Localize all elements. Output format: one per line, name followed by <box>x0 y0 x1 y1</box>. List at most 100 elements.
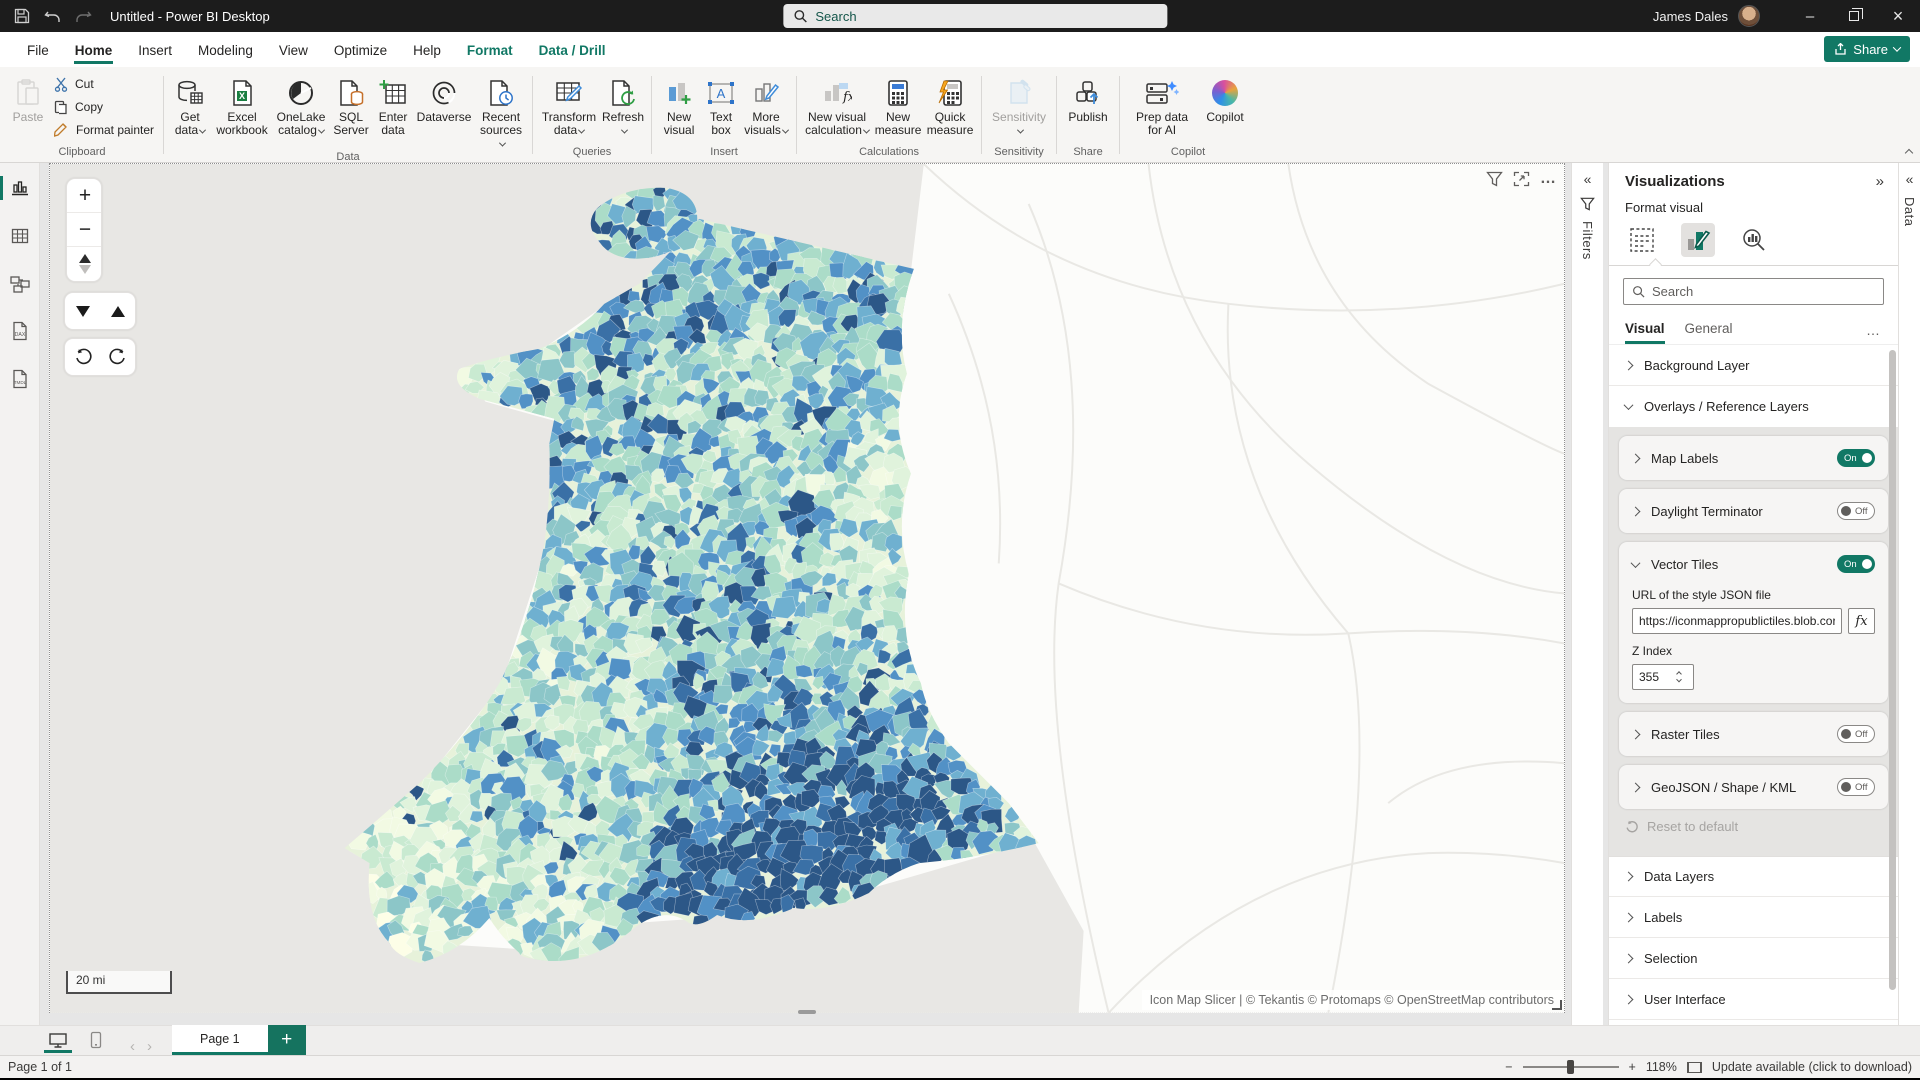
section-user-interface[interactable]: User Interface <box>1609 979 1898 1020</box>
section-data-layers[interactable]: Data Layers <box>1609 856 1898 897</box>
raster-tiles-toggle[interactable]: Off <box>1837 725 1875 743</box>
publish-button[interactable]: Publish <box>1062 72 1114 124</box>
tilt-down-button[interactable] <box>65 293 100 329</box>
page-tab[interactable]: Page 1 <box>172 1025 268 1055</box>
section-selection[interactable]: Selection <box>1609 938 1898 979</box>
zoom-in-button[interactable]: + <box>1629 1060 1636 1074</box>
resize-handle-bottom[interactable] <box>798 1010 816 1014</box>
zoom-slider-thumb[interactable] <box>1567 1060 1574 1074</box>
zoom-in-button[interactable]: + <box>67 179 102 213</box>
panel-scrollbar[interactable] <box>1889 350 1896 990</box>
section-labels[interactable]: Labels <box>1609 897 1898 938</box>
more-visuals-button[interactable]: More visuals <box>741 72 791 137</box>
sidebar-item-report-view[interactable] <box>3 173 37 203</box>
focus-mode-icon[interactable] <box>1513 171 1530 187</box>
data-pane-label[interactable]: Data <box>1902 197 1917 226</box>
tab-insert[interactable]: Insert <box>125 35 185 64</box>
expand-filters-icon[interactable]: « <box>1584 171 1592 187</box>
redo-icon[interactable] <box>75 9 92 24</box>
minimize-button[interactable]: – <box>1788 0 1832 32</box>
format-search-box[interactable] <box>1623 278 1884 305</box>
z-index-stepper[interactable] <box>1632 664 1694 690</box>
tab-view[interactable]: View <box>266 35 321 64</box>
paste-button[interactable]: Paste <box>6 72 50 124</box>
text-box-button[interactable]: A Text box <box>701 72 741 137</box>
next-page-button[interactable]: › <box>141 1038 158 1055</box>
new-visual-button[interactable]: New visual <box>657 72 701 137</box>
vector-tiles-toggle[interactable]: On <box>1837 555 1875 573</box>
prep-data-for-ai-button[interactable]: Prep data for AI <box>1125 72 1199 137</box>
style-json-url-input[interactable] <box>1632 608 1842 634</box>
expand-data-icon[interactable]: « <box>1906 171 1914 187</box>
copy-button[interactable]: Copy <box>50 97 158 117</box>
new-visual-calculation-button[interactable]: fx New visual calculation <box>802 72 872 137</box>
global-search-box[interactable] <box>783 4 1167 28</box>
transform-data-button[interactable]: Transform data <box>538 72 600 137</box>
collapse-panel-icon[interactable]: » <box>1876 173 1884 190</box>
tab-help[interactable]: Help <box>400 35 454 64</box>
cut-button[interactable]: Cut <box>50 74 158 94</box>
enter-data-button[interactable]: Enter data <box>373 72 413 137</box>
excel-workbook-button[interactable]: X Excel workbook <box>211 72 273 137</box>
tab-data-drill[interactable]: Data / Drill <box>526 35 619 64</box>
new-measure-button[interactable]: New measure <box>872 72 924 137</box>
mobile-layout-button[interactable] <box>90 1025 102 1055</box>
raster-tiles-header[interactable]: Raster Tiles Off <box>1619 712 1888 756</box>
spin-up-icon[interactable] <box>1676 671 1682 677</box>
filters-pane-label[interactable]: Filters <box>1580 221 1595 260</box>
icon-map-visual[interactable]: … + − 20 mi Icon Map Slicer | © Tekantis… <box>49 163 1565 1013</box>
copilot-button[interactable]: Copilot <box>1199 72 1251 124</box>
user-name[interactable]: James Dales <box>1653 9 1728 24</box>
tab-visual[interactable]: Visual <box>1625 315 1665 344</box>
dataverse-button[interactable]: Dataverse <box>413 72 475 124</box>
refresh-button[interactable]: Refresh <box>600 72 646 137</box>
section-background-layer[interactable]: Background Layer <box>1609 345 1898 386</box>
onelake-catalog-button[interactable]: OneLake catalog <box>273 72 329 137</box>
map-labels-toggle[interactable]: On <box>1837 449 1875 467</box>
close-button[interactable]: × <box>1876 0 1920 32</box>
vector-tiles-header[interactable]: Vector Tiles On <box>1619 542 1888 586</box>
desktop-layout-button[interactable] <box>48 1025 68 1055</box>
restore-button[interactable] <box>1832 0 1876 32</box>
build-visual-tab[interactable] <box>1625 223 1659 257</box>
zoom-out-button[interactable]: − <box>1505 1060 1512 1074</box>
format-search-input[interactable] <box>1652 284 1875 299</box>
reset-to-default-button[interactable]: Reset to default <box>1619 811 1888 846</box>
sensitivity-button[interactable]: Sensitivity <box>987 72 1051 137</box>
rotate-cw-button[interactable] <box>100 339 135 375</box>
zoom-out-button[interactable]: − <box>67 213 102 247</box>
recent-sources-button[interactable]: Recent sources <box>475 72 527 150</box>
tab-home[interactable]: Home <box>62 35 126 64</box>
tab-optimize[interactable]: Optimize <box>321 35 400 64</box>
section-overlays[interactable]: Overlays / Reference Layers <box>1609 386 1898 427</box>
collapse-ribbon-button[interactable] <box>1905 149 1913 157</box>
map-labels-header[interactable]: Map Labels On <box>1619 436 1888 480</box>
quick-measure-button[interactable]: Quick measure <box>924 72 976 137</box>
tilt-up-button[interactable] <box>100 293 135 329</box>
sidebar-item-tmdl-view[interactable]: TMDL <box>3 365 37 395</box>
sidebar-item-model-view[interactable] <box>3 269 37 299</box>
more-options-icon[interactable]: … <box>1866 322 1882 338</box>
previous-page-button[interactable]: ‹ <box>124 1038 141 1055</box>
zoom-slider[interactable] <box>1523 1066 1619 1068</box>
sql-server-button[interactable]: SQL Server <box>329 72 373 137</box>
save-icon[interactable] <box>14 8 30 24</box>
zoom-level[interactable]: 118% <box>1646 1060 1677 1074</box>
daylight-terminator-header[interactable]: Daylight Terminator Off <box>1619 489 1888 533</box>
undo-icon[interactable] <box>44 9 61 24</box>
daylight-terminator-toggle[interactable]: Off <box>1837 502 1875 520</box>
get-data-button[interactable]: Get data <box>169 72 211 137</box>
analytics-tab[interactable] <box>1737 223 1771 257</box>
geojson-toggle[interactable]: Off <box>1837 778 1875 796</box>
format-visual-tab[interactable] <box>1681 223 1715 257</box>
tab-format[interactable]: Format <box>454 35 526 64</box>
share-button[interactable]: Share <box>1824 36 1910 62</box>
add-page-button[interactable]: + <box>268 1025 306 1055</box>
tab-general[interactable]: General <box>1685 315 1733 344</box>
tab-file[interactable]: File <box>14 35 62 64</box>
fit-to-page-icon[interactable] <box>1687 1062 1702 1073</box>
more-options-icon[interactable]: … <box>1540 170 1556 188</box>
spin-down-icon[interactable] <box>1676 676 1682 682</box>
search-input[interactable] <box>815 9 1157 24</box>
rotate-ccw-button[interactable] <box>65 339 100 375</box>
